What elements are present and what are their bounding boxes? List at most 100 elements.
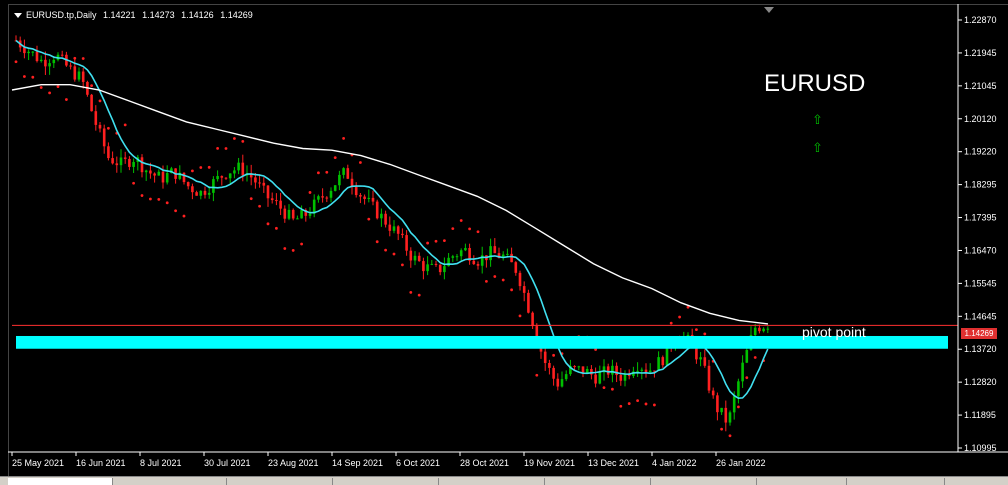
candle-body	[296, 218, 299, 220]
candle-body	[107, 146, 110, 159]
candle-body	[640, 369, 644, 371]
candle-body	[254, 177, 257, 183]
psar-dot	[627, 402, 631, 405]
x-tick-label: 19 Nov 2021	[524, 458, 575, 468]
psar-dot	[535, 373, 539, 377]
candle-body	[23, 47, 26, 54]
candle-body	[317, 196, 320, 200]
candle-body	[426, 264, 429, 272]
candle-body	[443, 266, 446, 273]
candle-body	[52, 59, 56, 64]
psar-dot	[443, 239, 446, 243]
candle-body	[35, 51, 39, 62]
candle-body	[724, 407, 728, 423]
candle-body	[728, 412, 732, 423]
candle-body	[493, 246, 497, 254]
psar-dot	[669, 321, 673, 325]
candle-body	[388, 224, 392, 231]
psar-dot	[258, 204, 261, 208]
y-tick-label: 1.13720	[964, 344, 997, 354]
psar-dot	[48, 91, 51, 95]
candle-body	[619, 375, 623, 381]
candle-body	[329, 190, 333, 198]
candle-body	[220, 176, 224, 178]
candle-body	[472, 260, 476, 265]
chart-shift-marker[interactable]	[764, 7, 774, 13]
candle-body	[548, 362, 551, 368]
candle-body	[636, 370, 639, 372]
candle-body	[270, 198, 274, 201]
candle-body	[732, 396, 736, 413]
candle-body	[216, 176, 219, 180]
x-tick-label: 25 May 2021	[12, 458, 64, 468]
candle-body	[333, 185, 337, 191]
psar-dot	[644, 402, 648, 406]
psar-dot	[233, 137, 236, 140]
candle-body	[648, 370, 652, 373]
candle-body	[506, 253, 509, 255]
candle-body	[606, 366, 610, 375]
candle-body	[430, 263, 434, 265]
candle-body	[758, 327, 761, 332]
candle-body	[577, 366, 581, 368]
psar-dot	[81, 57, 85, 60]
candle-body	[464, 247, 467, 251]
dropdown-triangle-icon[interactable]	[14, 13, 22, 19]
psar-dot	[65, 98, 68, 101]
psar-dot	[720, 427, 723, 431]
candle-body	[476, 264, 480, 266]
candle-body	[417, 255, 421, 262]
candle-body	[182, 172, 186, 183]
candle-body	[128, 158, 131, 167]
x-tick-label: 16 Jun 2021	[76, 458, 126, 468]
psar-dot	[291, 249, 295, 252]
candle-body	[81, 71, 85, 82]
psar-dot	[199, 166, 203, 169]
candle-body	[422, 261, 425, 272]
y-tick-label: 1.18295	[964, 180, 997, 190]
y-tick-label: 1.10995	[964, 443, 997, 453]
close-value: 1.14269	[220, 10, 253, 20]
psar-dot	[611, 387, 614, 391]
y-tick-label: 1.20120	[964, 114, 997, 124]
open-value: 1.14221	[103, 10, 136, 20]
candle-body	[455, 256, 459, 258]
y-tick-label: 1.22870	[964, 15, 997, 25]
candle-body	[737, 381, 740, 397]
candle-body	[153, 173, 156, 176]
psar-dot	[241, 140, 245, 143]
psar-dot	[375, 240, 379, 244]
candle-body	[149, 170, 152, 174]
psar-dot	[501, 278, 505, 282]
psar-dot	[485, 280, 488, 283]
candle-body	[396, 226, 400, 234]
candle-body	[73, 66, 77, 80]
psar-dot	[493, 275, 497, 278]
psar-dot	[140, 194, 144, 197]
candle-body	[48, 63, 51, 67]
candle-body	[195, 192, 198, 196]
candle-body	[165, 173, 169, 183]
candle-body	[703, 357, 707, 366]
candle-body	[207, 192, 211, 195]
candle-body	[111, 158, 114, 164]
psar-dot	[174, 209, 178, 213]
candle-body	[228, 173, 232, 179]
psar-dot	[216, 146, 220, 150]
candle-body	[766, 328, 770, 330]
candle-body	[644, 369, 648, 373]
y-tick-label: 1.21945	[964, 48, 997, 58]
y-tick-label: 1.15545	[964, 278, 997, 288]
candle-body	[233, 170, 236, 174]
candle-body	[716, 395, 719, 413]
candle-body	[31, 51, 35, 53]
price-axis: 1.22870 1.21945 1.21045 1.20120 1.19220 1.182…	[958, 15, 997, 453]
candle-body	[409, 250, 413, 261]
candle-body	[522, 286, 526, 293]
psar-dot	[149, 197, 152, 201]
psar-dot	[426, 241, 429, 245]
candle-body	[44, 59, 47, 67]
candle-body	[300, 209, 303, 219]
y-tick-label: 1.17395	[964, 213, 997, 223]
candle-body	[212, 179, 215, 193]
